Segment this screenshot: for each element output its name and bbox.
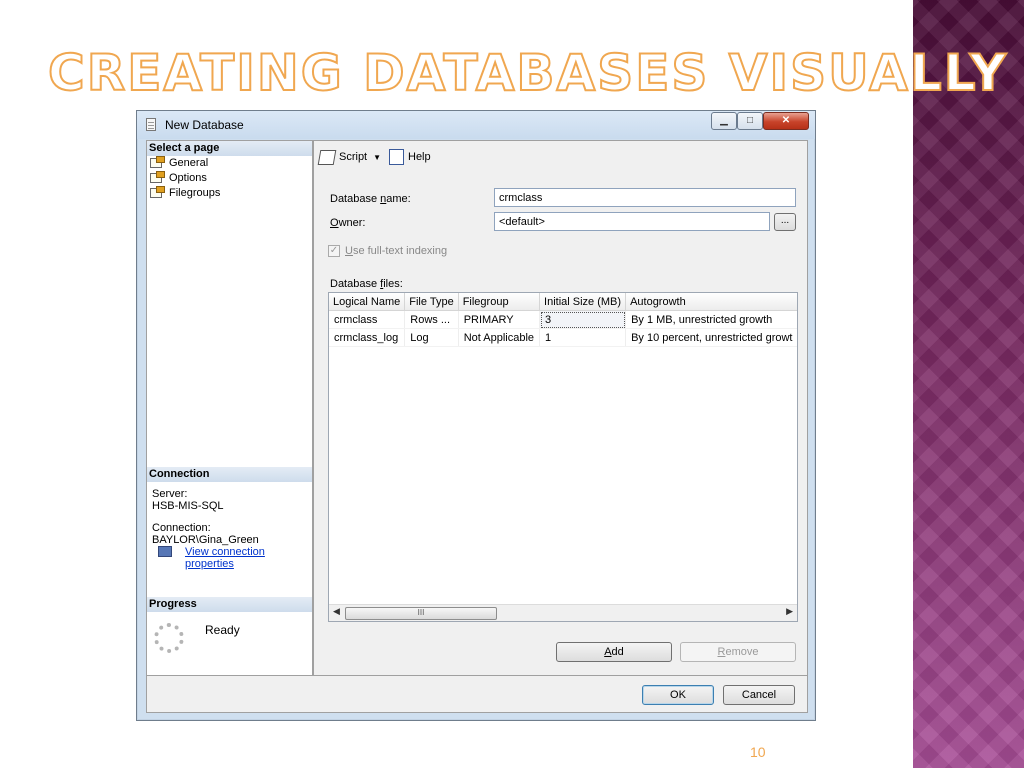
column-header[interactable]: File Type [404, 293, 459, 311]
ok-button[interactable]: OK [642, 685, 714, 705]
table-row[interactable]: crmclass Rows ... PRIMARY 3 By 1 MB, unr… [329, 310, 797, 329]
autogrowth-cell[interactable]: By 10 percent, unrestricted growt [625, 328, 797, 347]
database-name-label: Database name: [330, 193, 411, 205]
dropdown-arrow-icon: ▼ [373, 153, 382, 162]
connection-value: BAYLOR\Gina_Green [152, 534, 259, 546]
scroll-left-arrow-icon[interactable]: ◀ [333, 606, 340, 617]
owner-browse-button[interactable]: ... [774, 213, 796, 231]
page-item-options[interactable]: Options [147, 171, 312, 186]
autogrowth-cell[interactable]: By 1 MB, unrestricted growth [625, 310, 797, 329]
database-files-grid: Logical Name File Type Filegroup Initial… [328, 292, 798, 622]
minimize-icon: ▁ [720, 115, 728, 126]
close-button[interactable]: ✕ [763, 112, 809, 130]
initial-size-cell[interactable]: 3 [539, 310, 627, 329]
table-row[interactable]: crmclass_log Log Not Applicable 1 By 10 … [329, 328, 797, 347]
view-connection-properties-label: View connection properties [185, 546, 265, 570]
scroll-thumb[interactable]: III [345, 607, 497, 620]
general-page-pane: Script ▼ Help Database name: Owner: ... ✓… [313, 140, 808, 676]
page-item-label: Filegroups [169, 187, 221, 199]
script-icon [317, 149, 337, 165]
help-label: Help [408, 151, 431, 163]
column-header[interactable]: Initial Size (MB) [539, 293, 627, 311]
database-files-table: Logical Name File Type Filegroup Initial… [329, 293, 797, 347]
cancel-button[interactable]: Cancel [723, 685, 795, 705]
owner-input[interactable] [494, 212, 770, 231]
logical-name-cell[interactable]: crmclass [329, 310, 406, 329]
remove-button[interactable]: Remove [680, 642, 796, 662]
server-value: HSB-MIS-SQL [152, 500, 224, 512]
select-page-pane: Select a page General Options Filegroups… [146, 140, 313, 676]
script-button[interactable]: Script ▼ [317, 148, 382, 167]
help-button[interactable]: Help [389, 148, 431, 166]
page-icon [150, 156, 165, 168]
new-database-dialog: New Database ▁ □ ✕ Select a page General… [136, 110, 816, 721]
fulltext-indexing-checkbox[interactable]: ✓ [328, 245, 340, 257]
fulltext-indexing-label: Use full-text indexing [345, 245, 448, 257]
initial-size-cell[interactable]: 1 [539, 328, 627, 347]
page-icon [150, 186, 165, 198]
slide-title: Creating Databases Visually [47, 43, 1009, 103]
connection-label: Connection: [152, 522, 211, 534]
filegroup-cell[interactable]: PRIMARY [458, 310, 541, 329]
file-type-cell[interactable]: Log [404, 328, 459, 347]
minimize-button[interactable]: ▁ [711, 112, 737, 130]
scroll-right-arrow-icon[interactable]: ▶ [786, 606, 793, 617]
slide-side-band [913, 0, 1024, 768]
file-type-cell[interactable]: Rows ... [404, 310, 459, 329]
page-item-label: General [169, 157, 209, 169]
maximize-button[interactable]: □ [737, 112, 763, 130]
window-title: New Database [165, 118, 244, 132]
database-name-input[interactable] [494, 188, 796, 207]
logical-name-cell[interactable]: crmclass_log [329, 328, 406, 347]
horizontal-scrollbar[interactable]: ◀ III ▶ [329, 604, 797, 621]
dialog-titlebar[interactable]: New Database ▁ □ ✕ [137, 111, 815, 139]
database-files-label: Database files: [330, 278, 403, 290]
page-icon [150, 171, 165, 183]
progress-section: Progress Ready [147, 597, 312, 653]
database-window-icon [146, 118, 156, 131]
add-button[interactable]: Add [556, 642, 672, 662]
select-page-header: Select a page [147, 141, 312, 156]
page-item-filegroups[interactable]: Filegroups [147, 186, 312, 201]
progress-status: Ready [205, 623, 240, 637]
slide-page-number: 10 [750, 744, 766, 760]
connection-header: Connection [147, 467, 312, 482]
owner-label: Owner: [330, 217, 366, 229]
page-item-label: Options [169, 172, 207, 184]
progress-spinner-icon [154, 623, 184, 653]
page-item-general[interactable]: General [147, 156, 312, 171]
connection-properties-icon [158, 546, 172, 557]
help-icon [389, 149, 404, 166]
server-label: Server: [152, 488, 188, 500]
view-connection-properties-link[interactable]: View connection properties [152, 546, 312, 570]
table-header-row: Logical Name File Type Filegroup Initial… [329, 293, 797, 311]
filegroup-cell[interactable]: Not Applicable [458, 328, 541, 347]
column-header[interactable]: Autogrowth [625, 293, 797, 311]
progress-header: Progress [147, 597, 312, 612]
connection-section: Connection Server: HSB-MIS-SQL Connectio… [147, 467, 312, 570]
column-header[interactable]: Filegroup [458, 293, 541, 311]
column-header[interactable]: Logical Name [329, 293, 406, 311]
maximize-icon: □ [746, 115, 754, 126]
script-label: Script [339, 151, 368, 163]
dialog-button-bar: OK Cancel [146, 676, 808, 713]
